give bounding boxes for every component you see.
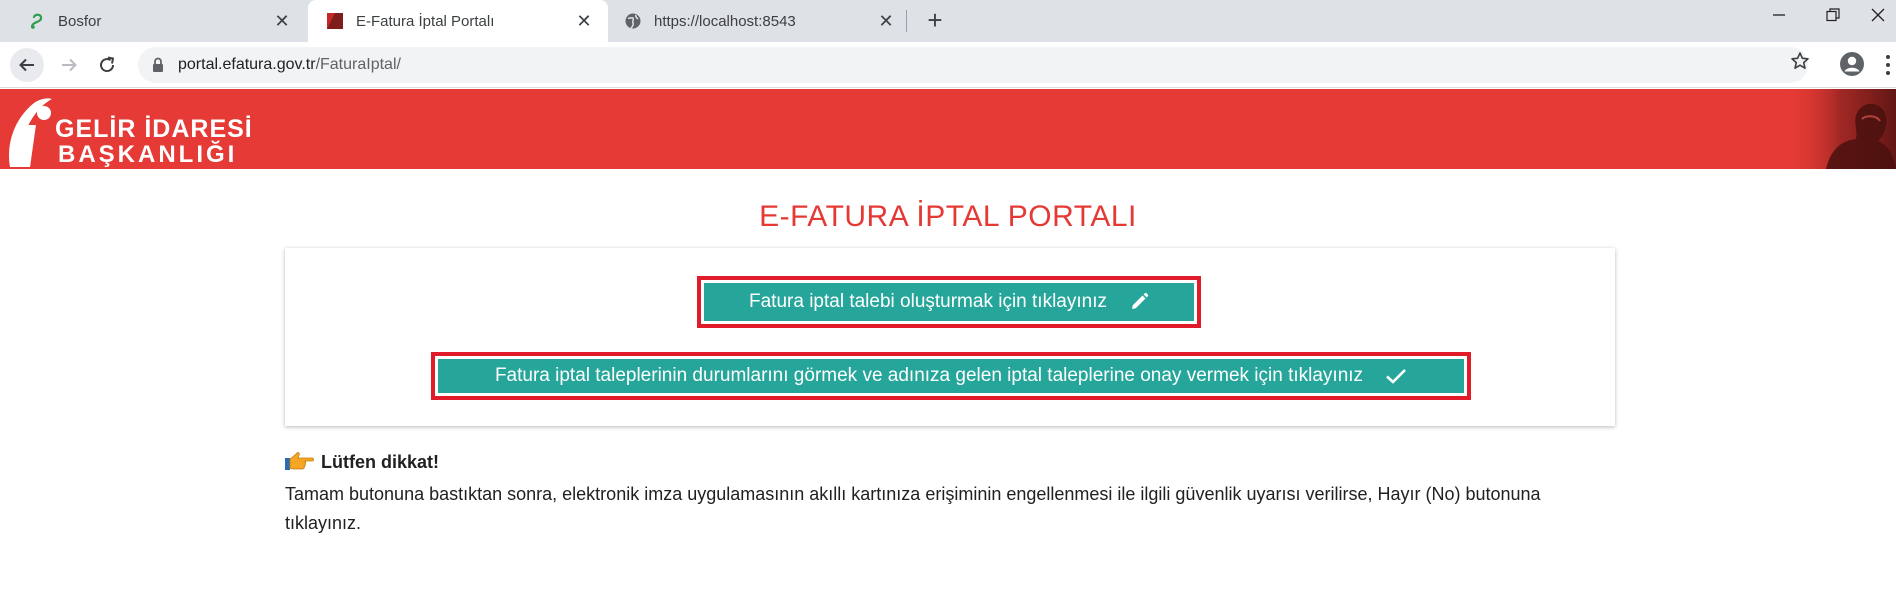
profile-avatar-icon[interactable]: [1838, 50, 1866, 78]
new-tab-button[interactable]: +: [922, 7, 948, 34]
bookmark-star-icon[interactable]: [1790, 51, 1810, 76]
tab-bosfor[interactable]: Bosfor ✕: [0, 0, 306, 42]
browser-toolbar: portal.efatura.gov.tr/FaturaIptal/: [0, 42, 1896, 88]
site-header-banner: GELİR İDARESİ BAŞKANLIĞI: [0, 89, 1896, 169]
minimize-button[interactable]: [1752, 0, 1806, 36]
close-tab-icon[interactable]: ✕: [272, 11, 292, 31]
tab-title: E-Fatura İptal Portalı: [356, 12, 495, 30]
create-button-label: Fatura iptal talebi oluşturmak için tıkl…: [749, 291, 1107, 312]
notice-body-text: Tamam butonuna bastıktan sonra, elektron…: [285, 484, 1541, 533]
back-button[interactable]: [10, 48, 44, 82]
pointing-hand-icon: [285, 450, 315, 474]
action-card: Fatura iptal talebi oluşturmak için tıkl…: [285, 248, 1615, 426]
status-button-highlight: Fatura iptal taleplerinin durumlarını gö…: [431, 352, 1471, 400]
status-button-label: Fatura iptal taleplerinin durumlarını gö…: [494, 365, 1364, 386]
notice-heading-text: Lütfen dikkat!: [321, 451, 440, 472]
page-title: E-FATURA İPTAL PORTALI: [759, 200, 1137, 233]
logo-line2: BAŞKANLIĞI: [58, 141, 238, 168]
tab-efatura[interactable]: E-Fatura İptal Portalı ✕: [308, 0, 608, 42]
pencil-icon: [1129, 292, 1149, 312]
bosfor-favicon-icon: [28, 12, 46, 30]
notice-heading: Lütfen dikkat!: [285, 450, 439, 474]
close-tab-icon[interactable]: ✕: [876, 11, 896, 31]
logo-line1: GELİR İDARESİ: [55, 115, 253, 143]
url-text: portal.efatura.gov.tr/FaturaIptal/: [178, 47, 401, 83]
url-path: /FaturaIptal/: [315, 56, 401, 73]
tab-separator: [906, 10, 907, 32]
forward-button[interactable]: [52, 48, 86, 82]
close-window-button[interactable]: [1860, 0, 1896, 36]
gib-logo-i-icon: [9, 98, 52, 167]
create-cancel-request-button[interactable]: Fatura iptal talebi oluşturmak için tıkl…: [704, 283, 1194, 321]
lock-icon: [152, 57, 164, 78]
browser-tab-strip: Bosfor ✕ E-Fatura İptal Portalı ✕ https:…: [0, 0, 1896, 42]
globe-icon: [624, 12, 642, 30]
tab-title: Bosfor: [58, 12, 102, 30]
browser-menu-icon[interactable]: [1880, 52, 1896, 78]
address-bar[interactable]: portal.efatura.gov.tr/FaturaIptal/: [138, 47, 1808, 83]
forward-arrow-icon: [62, 58, 77, 72]
back-arrow-icon: [19, 58, 34, 72]
restore-button[interactable]: [1806, 0, 1860, 36]
efatura-favicon-icon: [326, 12, 344, 30]
checkmark-icon: [1385, 367, 1407, 385]
ataturk-portrait-image: [1786, 89, 1896, 169]
close-tab-icon[interactable]: ✕: [574, 11, 594, 31]
create-button-highlight: Fatura iptal talebi oluşturmak için tıkl…: [697, 276, 1201, 328]
tab-title: https://localhost:8543: [654, 12, 796, 30]
gib-logo[interactable]: GELİR İDARESİ BAŞKANLIĞI: [0, 89, 252, 169]
url-domain: portal.efatura.gov.tr: [178, 56, 316, 73]
reload-button[interactable]: [90, 48, 124, 82]
reload-icon: [100, 56, 115, 73]
tab-localhost[interactable]: https://localhost:8543 ✕: [610, 0, 910, 42]
view-requests-status-button[interactable]: Fatura iptal taleplerinin durumlarını gö…: [438, 359, 1464, 393]
